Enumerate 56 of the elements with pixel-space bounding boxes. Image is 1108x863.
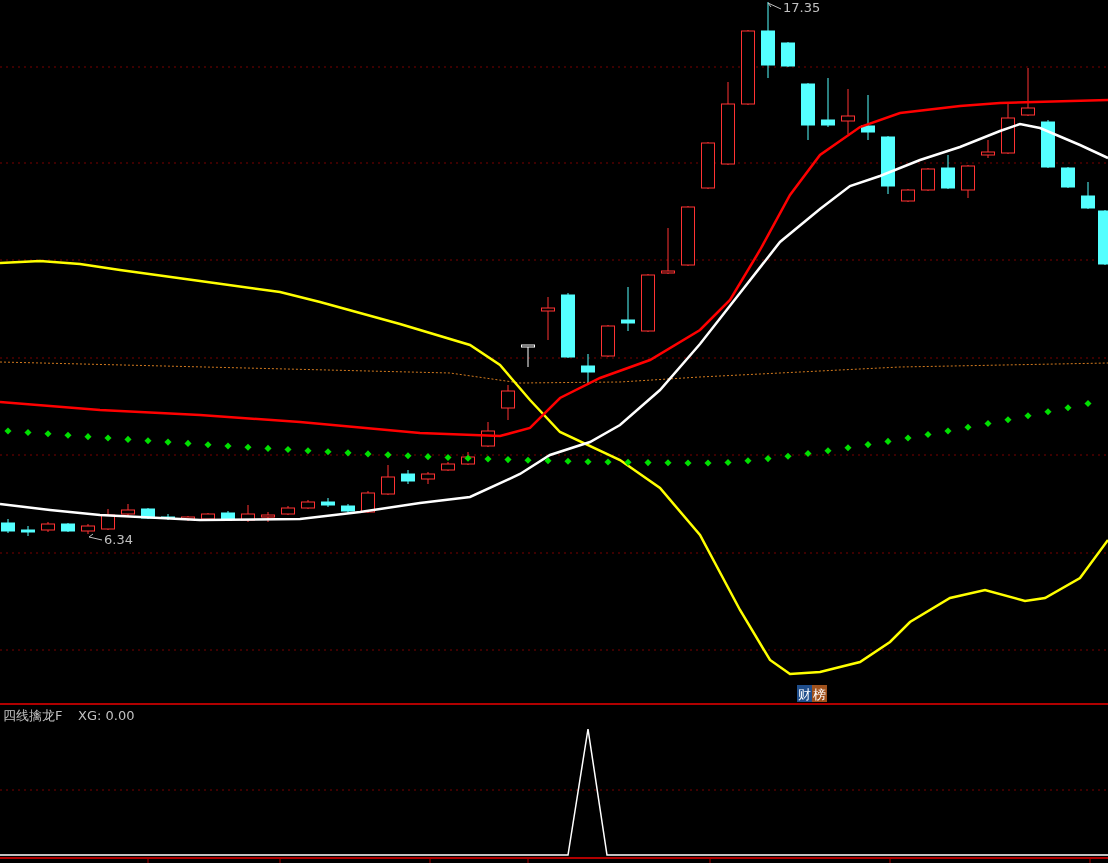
candlestick xyxy=(1041,119,1055,169)
candlestick xyxy=(781,41,795,68)
candlestick xyxy=(241,504,255,523)
candlestick xyxy=(1021,67,1035,117)
candlestick xyxy=(301,499,315,510)
candlestick xyxy=(141,507,155,520)
candlestick xyxy=(501,384,515,421)
candlestick xyxy=(661,227,675,275)
candlestick xyxy=(61,522,75,533)
candlestick xyxy=(121,503,135,517)
candlestick xyxy=(921,167,935,192)
candlestick xyxy=(901,188,915,203)
candlestick xyxy=(861,94,875,141)
candlestick xyxy=(641,273,655,333)
candlestick xyxy=(1081,181,1095,210)
candlestick xyxy=(81,523,95,535)
candlestick xyxy=(981,139,995,159)
candlestick xyxy=(681,205,695,267)
candlestick xyxy=(441,461,455,472)
candlestick xyxy=(801,82,815,141)
candlestick xyxy=(381,464,395,496)
candlestick xyxy=(961,164,975,199)
price-label: 17.35 xyxy=(783,0,821,15)
candlestick xyxy=(221,510,235,522)
candlestick xyxy=(821,77,835,128)
candlestick xyxy=(521,344,535,368)
pointer-icon xyxy=(88,533,103,541)
candlestick xyxy=(881,135,895,195)
candlestick xyxy=(601,324,615,358)
indicator-value: XG: 0.00 xyxy=(78,708,135,723)
candlestick xyxy=(261,511,275,523)
candlestick xyxy=(621,286,635,332)
candlestick xyxy=(561,292,575,359)
candlestick xyxy=(281,505,295,516)
candlestick xyxy=(201,512,215,522)
candlestick xyxy=(321,497,335,508)
candlestick xyxy=(1,518,15,534)
candlestick xyxy=(541,296,555,341)
candlestick xyxy=(21,525,35,537)
candlestick xyxy=(41,521,55,533)
indicator-name: 四线擒龙F xyxy=(3,708,63,723)
candlestick xyxy=(701,141,715,190)
candlestick xyxy=(421,471,435,485)
candlestick xyxy=(481,421,495,448)
signal-tag: 榜 xyxy=(812,685,827,702)
candlestick xyxy=(401,469,415,485)
candlestick xyxy=(941,154,955,190)
pointer-icon xyxy=(767,2,782,10)
candlestick xyxy=(101,508,115,531)
candlestick xyxy=(841,88,855,135)
candlestick xyxy=(1061,166,1075,189)
candlestick xyxy=(341,503,355,514)
candlestick xyxy=(1001,101,1015,155)
signal-tag: 财 xyxy=(797,685,812,702)
candlestick xyxy=(1098,209,1108,266)
price-label: 6.34 xyxy=(104,532,133,547)
